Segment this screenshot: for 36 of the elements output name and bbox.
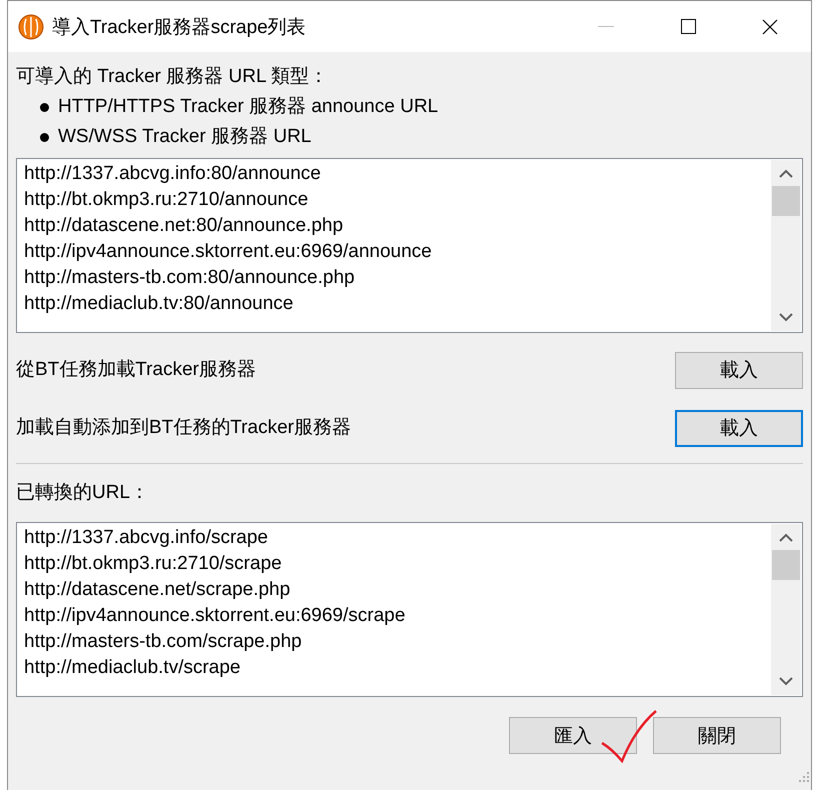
load-button[interactable]: 載入 xyxy=(675,410,803,446)
url-row-text: http://bt.okmp3.ru:2710/announce xyxy=(24,188,310,212)
scrollbar[interactable] xyxy=(771,160,801,331)
url-row-text: http://masters-tb.com:80/announce.php xyxy=(24,266,356,290)
dialog-button[interactable]: 匯入 xyxy=(509,717,637,754)
url-row-text: http://mediaclub.tv:80/announce xyxy=(24,292,294,316)
app-logo-icon xyxy=(18,14,44,40)
url-row-text: http://1337.abcvg.info:80/announce xyxy=(24,162,322,186)
url-list[interactable] xyxy=(16,158,803,333)
scroll-thumb[interactable] xyxy=(772,186,800,216)
minimize-icon[interactable] xyxy=(598,26,614,28)
url-row-text: http://1337.abcvg.info/scrape xyxy=(24,526,269,550)
load-label: 加載自動添加到BT任務的Tracker服務器 xyxy=(16,416,351,440)
scrollbar[interactable] xyxy=(771,524,801,695)
url-row-text: http://masters-tb.com/scrape.php xyxy=(24,630,303,654)
resize-grip-icon[interactable] xyxy=(797,770,809,782)
converted-label: 已轉換的URL： xyxy=(16,481,150,505)
bullet-text: WS/WSS Tracker 服務器 URL xyxy=(58,125,312,149)
url-row-text: http://bt.okmp3.ru:2710/scrape xyxy=(24,552,283,576)
window-title: 導入Tracker服務器scrape列表 xyxy=(52,16,307,40)
url-row-text: http://mediaclub.tv/scrape xyxy=(24,656,242,680)
load-button[interactable]: 載入 xyxy=(675,352,803,388)
intro-label: 可導入的 Tracker 服務器 URL 類型： xyxy=(16,65,330,89)
scroll-thumb[interactable] xyxy=(772,550,800,580)
bullet-text: HTTP/HTTPS Tracker 服務器 announce URL xyxy=(58,95,438,119)
close-icon[interactable] xyxy=(762,18,778,34)
dialog-button[interactable]: 關閉 xyxy=(653,717,781,754)
url-list[interactable]: http://1337.abcvg.info/scrape http://bt.okmp3.ru:2710/scrape http://datascene.net/scrape.php http://ipv4announce.sktorrent.eu:6969/scrape http://masters-tb.com/scrape.php http://mediaclub.tv/scrape xyxy=(16,522,803,697)
url-row-text: http://datascene.net:80/announce.php xyxy=(24,214,344,238)
bullet-icon xyxy=(40,102,49,112)
url-row-text: http://ipv4announce.sktorrent.eu:6969/announce xyxy=(24,240,433,264)
url-row-text: http://datascene.net/scrape.php xyxy=(24,578,292,602)
load-label: 從BT任務加載Tracker服務器 xyxy=(16,358,256,382)
maximize-icon[interactable] xyxy=(680,19,696,34)
url-row-text: http://ipv4announce.sktorrent.eu:6969/scrape xyxy=(24,604,406,628)
bullet-icon xyxy=(40,132,49,142)
